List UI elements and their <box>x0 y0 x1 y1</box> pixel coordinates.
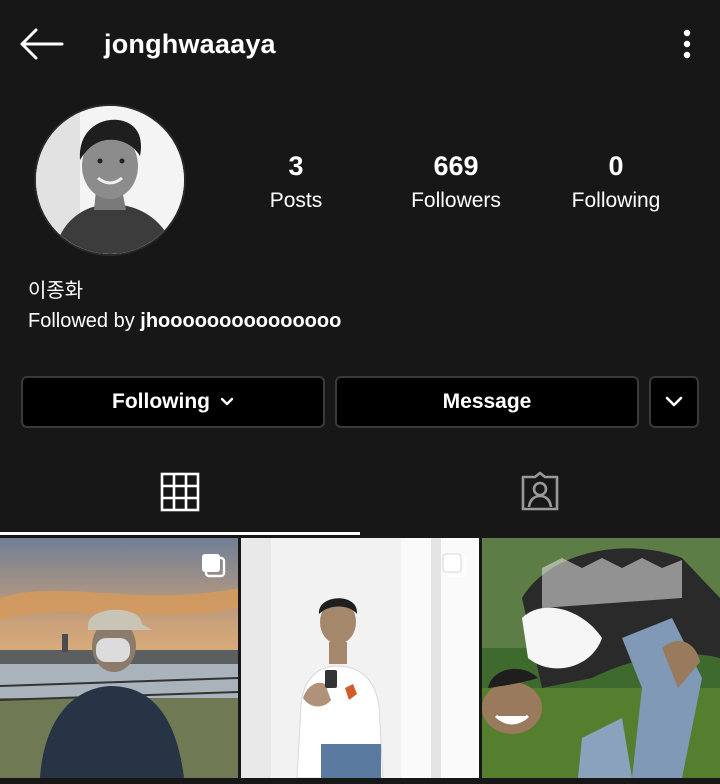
profile-avatar[interactable] <box>34 104 186 256</box>
kebab-menu-icon <box>683 29 691 59</box>
message-button[interactable]: Message <box>335 376 639 428</box>
followers-stat[interactable]: 669 Followers <box>376 150 536 216</box>
following-button[interactable]: Following <box>21 376 325 428</box>
suggested-accounts-button[interactable] <box>649 376 699 428</box>
post-thumbnail[interactable] <box>482 538 720 778</box>
avatar-photo <box>36 106 184 254</box>
posts-grid <box>0 536 720 784</box>
following-label: Following <box>571 189 661 212</box>
multi-photo-icon <box>442 553 467 578</box>
tab-tagged[interactable] <box>360 450 720 534</box>
tab-posts-grid[interactable] <box>0 450 360 534</box>
posts-label: Posts <box>269 189 323 212</box>
message-button-label: Message <box>442 390 532 413</box>
posts-stat[interactable]: 3 Posts <box>216 150 376 216</box>
tagged-person-icon <box>521 471 559 511</box>
post-image <box>482 538 720 778</box>
more-options-button[interactable] <box>668 22 706 66</box>
following-count: 0 <box>608 151 624 181</box>
back-button[interactable] <box>14 22 68 66</box>
following-button-label: Following <box>112 390 210 413</box>
profile-username: jonghwaaaya <box>104 29 276 59</box>
post-thumbnail[interactable] <box>0 538 238 778</box>
active-tab-indicator <box>0 532 360 535</box>
followers-label: Followers <box>411 189 501 212</box>
followed-by-text: Followed by jhooooooooooooooo <box>28 308 341 334</box>
posts-count: 3 <box>288 151 304 181</box>
following-stat[interactable]: 0 Following <box>536 150 696 216</box>
followed-by-user-link[interactable]: jhooooooooooooooo <box>140 310 341 332</box>
post-thumbnail[interactable] <box>241 538 479 778</box>
profile-screen: jonghwaaaya 3 Posts 669 Followers 0 Foll… <box>0 0 720 784</box>
followed-by-prefix: Followed by <box>28 310 141 332</box>
chevron-down-icon <box>665 396 683 407</box>
multi-photo-icon <box>202 554 226 578</box>
followers-count: 669 <box>433 151 479 181</box>
profile-full-name: 이종화 <box>28 280 84 302</box>
top-bar: jonghwaaaya <box>0 0 720 88</box>
chevron-down-icon <box>220 397 234 407</box>
grid-icon <box>160 472 200 512</box>
back-arrow-icon <box>20 28 64 60</box>
